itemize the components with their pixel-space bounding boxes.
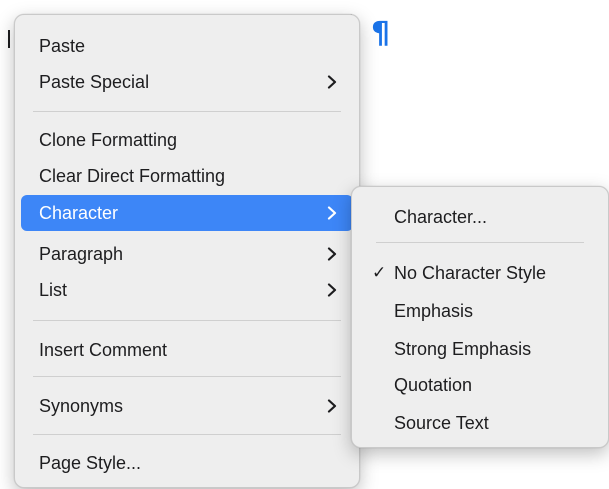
menu-item-paste[interactable]: Paste: [21, 28, 353, 64]
menu-item-clone-formatting[interactable]: Clone Formatting: [21, 122, 353, 158]
submenu-item-quotation[interactable]: Quotation: [358, 367, 602, 403]
menu-item-paste-special[interactable]: Paste Special: [21, 64, 353, 100]
chevron-right-icon: [325, 206, 339, 220]
menu-item-synonyms[interactable]: Synonyms: [21, 388, 353, 424]
submenu-item-character-dialog[interactable]: Character...: [358, 199, 602, 235]
chevron-right-icon: [325, 283, 339, 297]
menu-item-list[interactable]: List: [21, 272, 353, 308]
character-submenu: Character... ✓ No Character Style Emphas…: [351, 186, 609, 448]
chevron-right-icon: [325, 247, 339, 261]
submenu-item-label: Emphasis: [394, 301, 474, 321]
menu-separator: [33, 111, 341, 112]
menu-separator: [33, 376, 341, 377]
checkmark-icon: ✓: [372, 263, 387, 283]
menu-item-label: Synonyms: [39, 396, 124, 416]
context-menu: Paste Paste Special Clone Formatting Cle…: [14, 14, 360, 488]
submenu-item-label: Quotation: [394, 375, 473, 395]
chevron-right-icon: [325, 399, 339, 413]
text-cursor: [8, 30, 10, 48]
menu-separator: [33, 434, 341, 435]
menu-item-label: Paragraph: [39, 244, 124, 264]
menu-item-label: Insert Comment: [39, 340, 168, 360]
submenu-item-label: Strong Emphasis: [394, 339, 532, 359]
menu-separator: [376, 242, 584, 243]
submenu-item-label: No Character Style: [394, 263, 547, 283]
menu-separator: [33, 320, 341, 321]
menu-item-label: Paste: [39, 36, 86, 56]
submenu-item-source-text[interactable]: Source Text: [358, 405, 602, 441]
submenu-item-label: Character...: [394, 207, 488, 227]
submenu-item-no-character-style[interactable]: ✓ No Character Style: [358, 255, 602, 291]
menu-item-label: Clone Formatting: [39, 130, 178, 150]
submenu-item-emphasis[interactable]: Emphasis: [358, 293, 602, 329]
submenu-item-strong-emphasis[interactable]: Strong Emphasis: [358, 331, 602, 367]
menu-item-character[interactable]: Character: [21, 195, 353, 231]
menu-item-label: Clear Direct Formatting: [39, 166, 226, 186]
submenu-item-label: Source Text: [394, 413, 489, 433]
menu-item-page-style[interactable]: Page Style...: [21, 445, 353, 481]
chevron-right-icon: [325, 75, 339, 89]
menu-item-label: Character: [39, 203, 119, 223]
menu-item-clear-direct-formatting[interactable]: Clear Direct Formatting: [21, 158, 353, 194]
menu-item-paragraph[interactable]: Paragraph: [21, 236, 353, 272]
menu-item-label: Paste Special: [39, 72, 150, 92]
pilcrow-icon: ¶: [371, 16, 391, 51]
menu-item-insert-comment[interactable]: Insert Comment: [21, 332, 353, 368]
menu-item-label: List: [39, 280, 68, 300]
menu-item-label: Page Style...: [39, 453, 142, 473]
